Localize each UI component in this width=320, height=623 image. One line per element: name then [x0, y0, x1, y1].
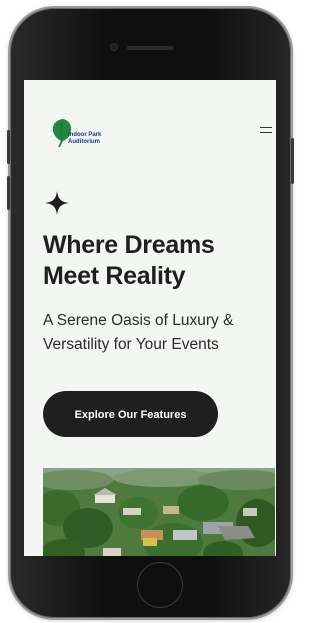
- brand-logo[interactable]: Indoor Park Auditorium: [51, 117, 121, 153]
- volume-down-button: [7, 176, 10, 210]
- explore-features-button[interactable]: Explore Our Features: [43, 391, 218, 437]
- phone-screen: Indoor Park Auditorium Where Dreams Meet…: [24, 80, 276, 556]
- speaker-grille: [127, 46, 173, 50]
- front-camera-icon: [111, 44, 117, 50]
- hamburger-menu-icon[interactable]: [260, 127, 272, 135]
- hero-subtitle: A Serene Oasis of Luxury & Versatility f…: [43, 312, 234, 353]
- hero-title: Where Dreams Meet Reality: [43, 231, 215, 290]
- home-button[interactable]: [137, 562, 183, 608]
- volume-up-button: [7, 130, 10, 164]
- power-button: [291, 138, 294, 184]
- four-point-star-icon: [45, 191, 69, 215]
- brand-name: Indoor Park Auditorium: [68, 132, 102, 145]
- hero-aerial-photo: [43, 468, 275, 556]
